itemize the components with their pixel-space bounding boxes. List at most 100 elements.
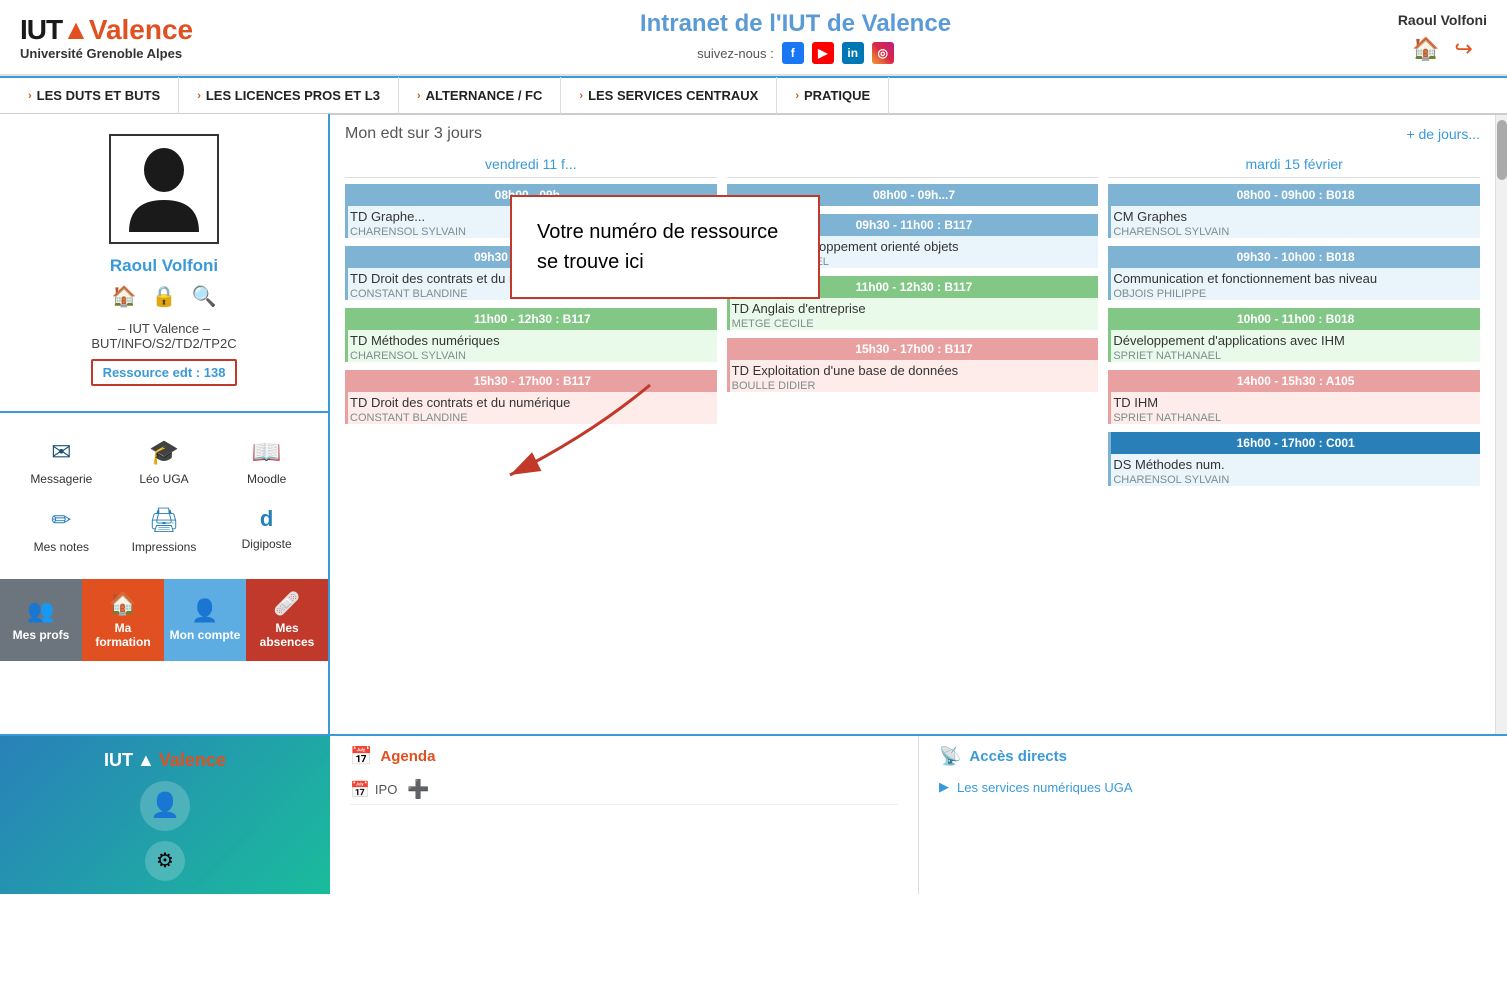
- nav-label-licences: LES LICENCES PROS ET L3: [206, 88, 380, 103]
- agenda-title: Agenda: [380, 748, 435, 765]
- agenda-item-ipo: 📅 IPO ➕: [350, 775, 898, 805]
- bottom-nav-label-absences: Mes absences: [251, 621, 323, 649]
- header-title: Intranet de l'IUT de Valence: [193, 10, 1398, 38]
- shortcut-label-moodle: Moodle: [247, 472, 286, 486]
- ipo-icon: 📅: [350, 780, 370, 800]
- hat-icon: 🎓: [149, 438, 179, 467]
- nav-item-alternance[interactable]: › ALTERNANCE / FC: [399, 77, 561, 115]
- nav-arrow-4: ›: [579, 90, 583, 102]
- edt-day-header-3: mardi 15 février: [1108, 151, 1480, 178]
- sidebar-divider: [0, 411, 328, 413]
- avatar-silhouette: [124, 142, 204, 237]
- slot-title-1-3: TD Méthodes numériques: [348, 333, 717, 348]
- slot-teacher-3-2: OBJOIS PHILIPPE: [1111, 288, 1480, 300]
- logout-icon[interactable]: ↪: [1454, 36, 1472, 62]
- header-center: Intranet de l'IUT de Valence suivez-nous…: [193, 10, 1398, 64]
- acces-section-title: 📡 Accès directs: [939, 746, 1487, 767]
- slot-title-3-5: DS Méthodes num.: [1111, 457, 1480, 472]
- slot-title-2-4: TD Exploitation d'une base de données: [730, 363, 1099, 378]
- mon-compte-icon: 👤: [191, 598, 218, 624]
- bottom-nav-mes-absences[interactable]: 🩹 Mes absences: [246, 579, 328, 661]
- logo-valence: Valence: [89, 14, 193, 46]
- acces-rss-icon: 📡: [939, 746, 961, 767]
- avatar-box: [109, 134, 219, 244]
- slot-title-3-2: Communication et fonctionnement bas nive…: [1111, 271, 1480, 286]
- nav-arrow-1: ›: [28, 90, 32, 102]
- logo-triangle: ▲: [62, 14, 89, 45]
- facebook-icon[interactable]: f: [782, 42, 804, 64]
- suivez-label: suivez-nous :: [697, 46, 774, 61]
- edt-day-header-2: [727, 151, 1099, 178]
- bottom-nav-ma-formation[interactable]: 🏠 Ma formation: [82, 579, 164, 661]
- digiposte-icon: d: [260, 506, 273, 532]
- youtube-icon[interactable]: ▶: [812, 42, 834, 64]
- linkedin-icon[interactable]: in: [842, 42, 864, 64]
- resource-number[interactable]: 138: [204, 365, 226, 380]
- nav-arrow-3: ›: [417, 90, 421, 102]
- time-bar-2-4: 15h30 - 17h00 : B117: [730, 338, 1099, 360]
- shortcut-leauga[interactable]: 🎓 Léo UGA: [113, 428, 216, 496]
- header-username: Raoul Volfoni: [1398, 12, 1487, 28]
- agenda-icon: 📅: [350, 746, 372, 767]
- profile-lock-icon[interactable]: 🔒: [152, 284, 177, 309]
- profile-home-icon[interactable]: 🏠: [112, 284, 137, 309]
- profile-info-line2: BUT/INFO/S2/TD2/TP2C: [91, 336, 236, 351]
- agenda-section-title: 📅 Agenda: [350, 746, 898, 767]
- edt-more-link[interactable]: + de jours...: [1406, 126, 1480, 142]
- shortcut-digiposte[interactable]: d Digiposte: [215, 496, 318, 564]
- nav-bar: › LES DUTS et BUTS › LES LICENCES PROS E…: [0, 76, 1507, 114]
- shortcut-label-leauga: Léo UGA: [139, 472, 188, 486]
- ma-formation-icon: 🏠: [109, 591, 136, 617]
- mail-icon: ✉: [51, 438, 71, 467]
- slot-title-2-3: TD Anglais d'entreprise: [730, 301, 1099, 316]
- nav-item-pratique[interactable]: › PRATIQUE: [777, 77, 889, 115]
- slot-title-3-3: Développement d'applications avec IHM: [1111, 333, 1480, 348]
- time-bar-3-1: 08h00 - 09h00 : B018: [1111, 184, 1480, 206]
- acces-item-services-numeriques[interactable]: ▶ Les services numériques UGA: [939, 775, 1487, 799]
- nav-item-services[interactable]: › LES SERVICES CENTRAUX: [561, 77, 777, 115]
- header-action-icons: 🏠 ↪: [1412, 36, 1473, 62]
- bottom-nav-mes-profs[interactable]: 👥 Mes profs: [0, 579, 82, 661]
- home-icon[interactable]: 🏠: [1412, 36, 1439, 62]
- scrollbar-right[interactable]: [1495, 115, 1507, 734]
- shortcut-impressions[interactable]: 🖨 Impressions: [113, 496, 216, 564]
- bottom-image: IUT▲Valence 👤 ⚙: [0, 736, 330, 894]
- bottom-image-content: IUT▲Valence 👤 ⚙: [104, 750, 226, 881]
- slot-teacher-3-3: SPRIET NATHANAEL: [1111, 350, 1480, 362]
- time-bar-3-4: 14h00 - 15h30 : A105: [1111, 370, 1480, 392]
- book-icon: 📖: [252, 438, 282, 467]
- instagram-icon[interactable]: ◎: [872, 42, 894, 64]
- scrollbar-thumb: [1497, 120, 1507, 180]
- acces-title: Accès directs: [969, 748, 1067, 765]
- shortcut-messagerie[interactable]: ✉ Messagerie: [10, 428, 113, 496]
- edt-slot-1-3: 11h00 - 12h30 : B117 TD Méthodes numériq…: [345, 308, 717, 362]
- profile-search-icon[interactable]: 🔍: [191, 284, 216, 309]
- logo-iut: IUT▲ Valence: [20, 14, 193, 46]
- nav-label-duts: LES DUTS et BUTS: [37, 88, 161, 103]
- shortcut-mesnotes[interactable]: ✏ Mes notes: [10, 496, 113, 564]
- bottom-section: IUT▲Valence 👤 ⚙ 📅 Agenda 📅 IPO ➕ 📡 Accès…: [0, 734, 1507, 894]
- ipo-label: IPO: [375, 782, 397, 797]
- bottom-nav-mon-compte[interactable]: 👤 Mon compte: [164, 579, 246, 661]
- slot-teacher-2-3: METGE CECILE: [730, 318, 1099, 330]
- bottom-nav-label-profs: Mes profs: [13, 628, 70, 642]
- nav-item-licences[interactable]: › LES LICENCES PROS ET L3: [179, 77, 399, 115]
- printer-icon: 🖨: [149, 506, 179, 535]
- time-bar-3-3: 10h00 - 11h00 : B018: [1111, 308, 1480, 330]
- shortcut-moodle[interactable]: 📖 Moodle: [215, 428, 318, 496]
- shortcut-label-messagerie: Messagerie: [30, 472, 92, 486]
- annotation-box: Votre numéro de ressource se trouve ici: [510, 195, 820, 299]
- edt-area-wrapper: Mon edt sur 3 jours + de jours... vendre…: [330, 114, 1507, 734]
- time-bar-3-5: 16h00 - 17h00 : C001: [1111, 432, 1480, 454]
- edt-day-3: mardi 15 février 08h00 - 09h00 : B018 CM…: [1108, 151, 1480, 494]
- logo-iut-text: IUT▲: [20, 14, 89, 46]
- slot-teacher-1-3: CHARENSOL SYLVAIN: [348, 350, 717, 362]
- edt-slot-3-2: 09h30 - 10h00 : B018 Communication et fo…: [1108, 246, 1480, 300]
- edt-day-header-1: vendredi 11 f...: [345, 151, 717, 178]
- mes-absences-icon: 🩹: [273, 591, 300, 617]
- add-icon[interactable]: ➕: [407, 779, 429, 800]
- profile-info: – IUT Valence – BUT/INFO/S2/TD2/TP2C: [91, 321, 236, 351]
- logo-subtitle: Université Grenoble Alpes: [20, 46, 193, 61]
- profile-name: Raoul Volfoni: [110, 256, 218, 276]
- nav-item-duts[interactable]: › LES DUTS et BUTS: [10, 77, 179, 115]
